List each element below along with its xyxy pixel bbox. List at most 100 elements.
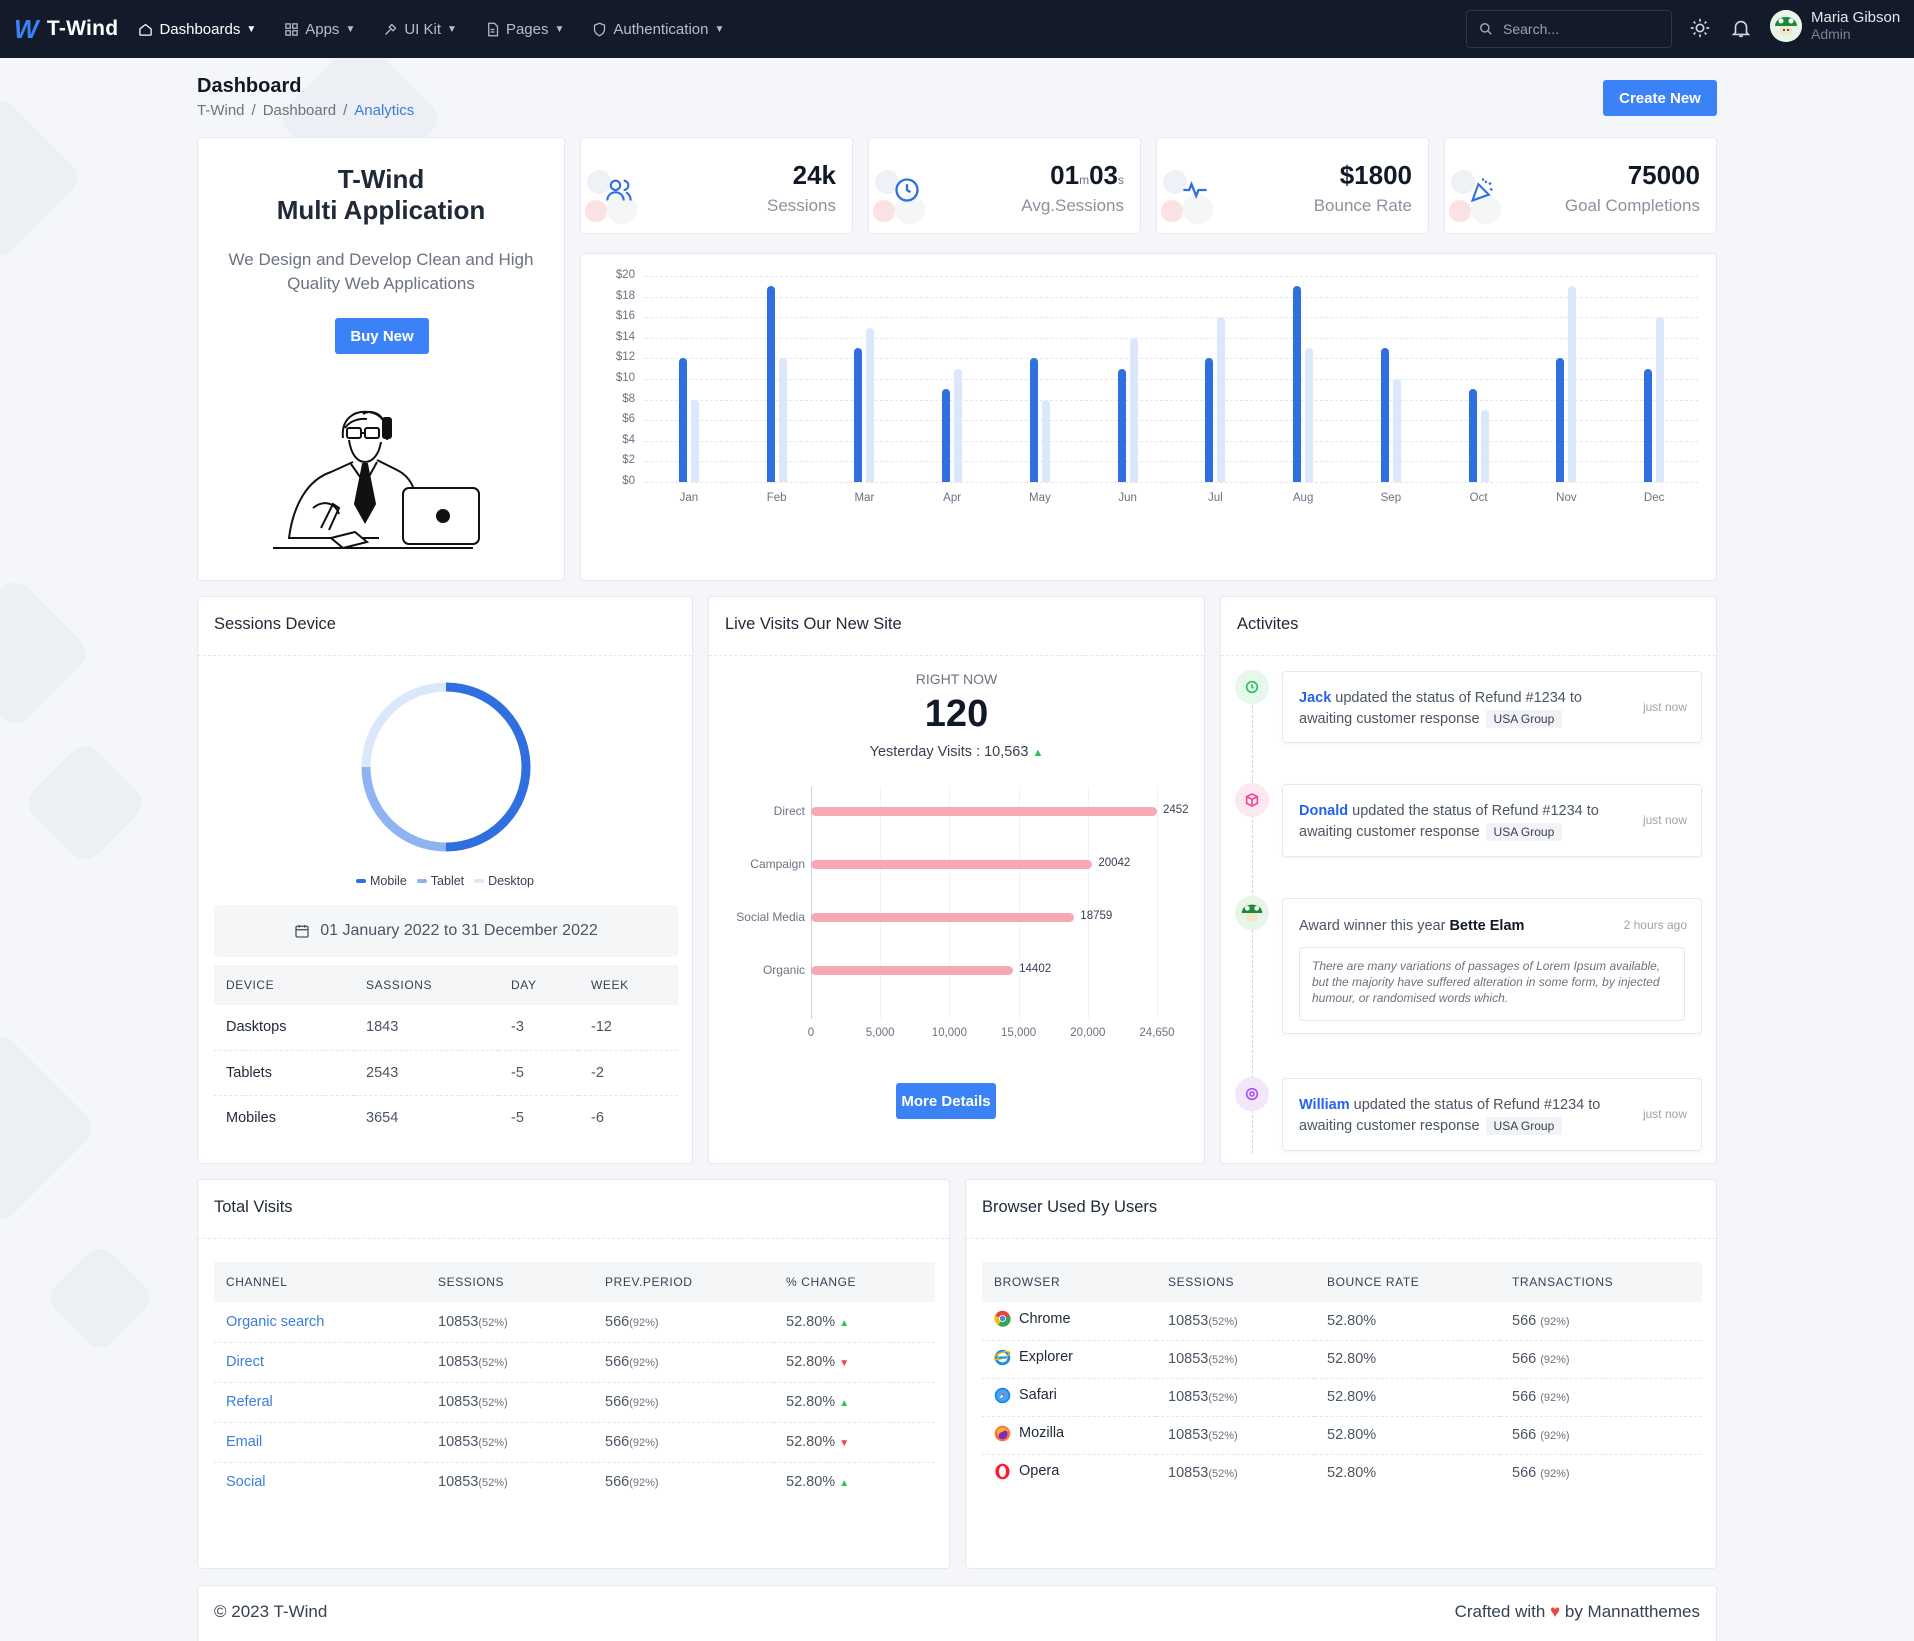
browser-name: Chrome [1019,1310,1071,1327]
table-row: Opera 10853(52%) 52.80% 566 (92%) [982,1454,1702,1492]
bar-apr-series-1[interactable] [942,389,951,482]
bar-jul-series-2[interactable] [1217,317,1226,482]
create-new-button[interactable]: Create New [1603,80,1717,116]
grid-line [645,420,1698,422]
stat-value: $1800 [1339,160,1412,190]
nav-dashboards[interactable]: Dashboards ▼ [138,21,256,38]
channel-link[interactable]: Direct [226,1354,264,1370]
donut-slice-desktop[interactable] [361,682,447,768]
bar-nov-series-2[interactable] [1568,286,1577,482]
bar-oct-series-2[interactable] [1480,409,1489,482]
bar-jun-series-2[interactable] [1129,337,1138,482]
y-tick-label: $6 [622,413,635,426]
donut-slice-tablet[interactable] [361,766,447,852]
grid-line [645,337,1698,339]
x-tick-label: Feb [766,492,787,504]
column-header: SESSIONS [1156,1262,1315,1302]
bar-jan-series-2[interactable] [690,399,699,482]
activity-tag: USA Group [1485,823,1563,841]
activity-item[interactable]: William updated the status of Refund #12… [1282,1078,1702,1151]
bar-jul-series-1[interactable] [1205,358,1214,482]
bar-oct-series-1[interactable] [1468,389,1477,482]
card-title: Total Visits [214,1198,293,1216]
sun-icon[interactable] [1689,17,1711,39]
column-header: BROWSER [982,1262,1156,1302]
activity-user[interactable]: William [1299,1097,1350,1113]
category-label: Direct [773,804,805,818]
nav-authentication-label: Authentication [613,20,709,38]
donut-slice-mobile[interactable] [445,682,531,852]
buy-new-button[interactable]: Buy New [335,318,429,354]
grid-line [645,296,1698,298]
channel-link[interactable]: Email [226,1434,262,1450]
bar-campaign[interactable] [811,860,1093,869]
tools-icon [385,23,397,35]
legend-item[interactable]: Desktop [474,874,534,888]
explorer-icon [994,1349,1011,1366]
search-icon [1480,23,1492,35]
bar-may-series-2[interactable] [1041,399,1050,482]
bar-mar-series-2[interactable] [866,327,875,482]
activity-user[interactable]: Jack [1299,690,1331,706]
prev-pct: (92%) [629,1477,659,1490]
date-range[interactable]: 01 January 2022 to 31 December 2022 [214,905,678,957]
nav-apps[interactable]: Apps ▼ [284,21,355,38]
stat-minutes-unit: m [1079,173,1090,187]
bar-apr-series-2[interactable] [954,368,963,482]
nav-pages[interactable]: Pages ▼ [485,21,564,38]
bell-icon[interactable] [1730,17,1752,39]
bar-social-media[interactable] [811,913,1075,922]
breadcrumb-item[interactable]: Dashboard [263,102,336,119]
search-input[interactable]: Search... [1466,10,1672,48]
footer: © 2023 T-Wind Crafted with ♥ by Mannatth… [197,1585,1717,1641]
y-tick-label: $10 [615,372,635,384]
activity-user[interactable]: Donald [1299,803,1348,819]
transactions-pct: (92%) [1540,1392,1570,1404]
bar-jan-series-1[interactable] [678,358,687,482]
footer-credit-author[interactable]: by Mannatthemes [1565,1602,1700,1621]
activity-item[interactable]: Jack updated the status of Refund #1234 … [1282,671,1702,743]
channel-link[interactable]: Social [226,1474,266,1490]
bar-direct[interactable] [811,807,1157,816]
card-title: Activites [1237,615,1299,633]
legend-item[interactable]: Mobile [355,874,407,888]
bar-mar-series-1[interactable] [854,348,863,482]
sessions-value: 10853 [1168,1351,1209,1367]
column-header: DEVICE [214,965,354,1005]
sessions-pct: (52%) [478,1357,508,1369]
bar-sep-series-1[interactable] [1380,348,1389,482]
bar-aug-series-1[interactable] [1293,286,1302,482]
prev-value: 566 [605,1434,630,1450]
y-tick-label: $16 [615,310,635,323]
bar-aug-series-2[interactable] [1305,348,1314,482]
stat-card-bounce-rate: $1800 Bounce Rate [1156,137,1429,234]
legend-item[interactable]: Tablet [416,874,464,888]
y-axis-line [811,787,812,1019]
breadcrumb-item[interactable]: T-Wind [197,102,245,119]
chevron-down-icon: ▼ [345,23,356,35]
bar-feb-series-1[interactable] [766,286,775,482]
nav-ui-kit-label: UI Kit [404,20,442,38]
bar-jun-series-1[interactable] [1117,368,1126,482]
more-details-button[interactable]: More Details [896,1083,996,1119]
bar-may-series-1[interactable] [1029,358,1038,482]
activity-item[interactable]: Award winner this year Bette Elam 2 hour… [1282,898,1702,1034]
bar-nov-series-1[interactable] [1556,358,1565,482]
bar-organic[interactable] [811,966,1014,975]
channel-link[interactable]: Organic search [226,1314,324,1330]
activity-item[interactable]: Donald updated the status of Refund #123… [1282,784,1702,857]
channel-link[interactable]: Referal [226,1394,273,1410]
user-menu[interactable]: Maria Gibson Admin [1770,10,1900,42]
card-title: Sessions Device [214,615,336,633]
stat-seconds-unit: s [1118,173,1124,187]
bar-dec-series-1[interactable] [1644,368,1653,482]
nav-ui-kit[interactable]: UI Kit ▼ [383,21,457,38]
nav-authentication[interactable]: Authentication ▼ [592,21,724,38]
bar-feb-series-2[interactable] [778,358,787,482]
activity-time: just now [1642,813,1687,827]
brand-logo[interactable]: W T-Wind [14,14,118,45]
x-tick-label: Aug [1292,492,1314,504]
bar-dec-series-2[interactable] [1656,317,1665,482]
bar-sep-series-2[interactable] [1392,379,1401,482]
activity-user[interactable]: Bette Elam [1449,918,1524,934]
